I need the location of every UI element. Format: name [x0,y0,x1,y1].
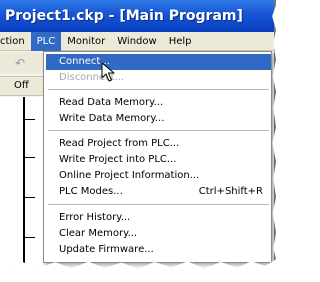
shortcut-label: Ctrl+Shift+R [198,186,263,197]
ladder-rung [23,157,35,158]
menu-item-plc-modes-label: PLC Modes... [59,186,123,197]
power-rail [23,97,25,267]
menu-item-write-data-memory[interactable]: Write Data Memory... [46,111,271,127]
menu-help[interactable]: Help [163,32,198,51]
screenshot-frame: Project1.ckp - [Main Program] ction PLC … [0,0,276,269]
menu-item-disconnect: Disconnect... [59,72,125,83]
menu-item-connect[interactable]: Connect... [46,54,271,70]
mouse-pointer-icon [101,62,115,82]
menu-bar: ction PLC Monitor Window Help [0,31,274,51]
menu-function[interactable]: ction [0,32,31,51]
menu-item-clear-memory[interactable]: Clear Memory... [46,226,271,242]
menu-item-error-history[interactable]: Error History... [46,210,271,226]
plc-menu-dropdown: Connect... Disconnect... Read Data Memor… [43,51,272,263]
ladder-rung [23,237,35,238]
menu-separator [48,204,269,205]
menu-separator [48,89,269,90]
ladder-diagram [0,97,44,267]
menu-item-online-project-info[interactable]: Online Project Information... [46,168,271,184]
window-titlebar[interactable]: Project1.ckp - [Main Program] [0,0,274,32]
window-title: Project1.ckp - [Main Program] [5,8,243,24]
toolbar: ↶ [0,52,44,74]
menu-item-write-project[interactable]: Write Project into PLC... [46,152,271,168]
mode-toolbar: Off [0,76,44,96]
menu-item-read-data-memory[interactable]: Read Data Memory... [46,95,271,111]
menu-window[interactable]: Window [111,32,162,51]
menu-item-plc-modes[interactable]: PLC Modes... Ctrl+Shift+R [46,184,271,200]
ladder-rung [23,197,35,198]
menu-plc[interactable]: PLC [30,31,62,51]
off-label: Off [14,80,29,91]
menu-item-read-project[interactable]: Read Project from PLC... [46,136,271,152]
ladder-rung [23,119,35,120]
menu-separator [48,130,269,131]
menu-monitor[interactable]: Monitor [61,32,111,51]
menu-item-update-firmware[interactable]: Update Firmware... [46,242,271,258]
undo-icon[interactable]: ↶ [13,56,27,70]
